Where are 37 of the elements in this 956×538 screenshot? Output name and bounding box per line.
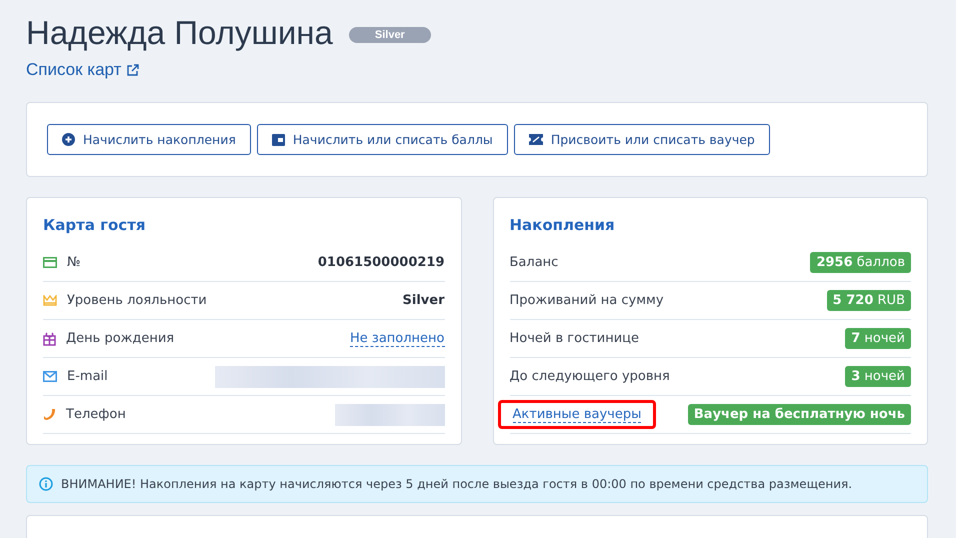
external-link-icon [127, 64, 140, 76]
level-badge: Silver [348, 27, 431, 43]
field-label: Уровень лояльности [67, 293, 207, 308]
panel-title: Карта гостя [43, 216, 147, 234]
value-badge: 2956 баллов [810, 252, 911, 273]
field-label: До следующего уровня [510, 369, 670, 384]
field-value: 01061500000219 [318, 255, 444, 270]
value-badge: Ваучер на бесплатную ночь [688, 404, 911, 425]
notice-text: ВНИМАНИЕ! Накопления на карту начисляются через 5 дней после выезда гостя в 00:00 по времени средства размещения. [61, 477, 852, 491]
info-icon [39, 477, 53, 491]
envelope-icon [43, 371, 57, 382]
card-list-link[interactable]: Список карт [26, 60, 140, 80]
plus-circle-icon [62, 133, 75, 146]
field-label: № [67, 255, 81, 270]
birthday-link[interactable]: Не заполнено [350, 330, 444, 346]
credit-card-icon [43, 257, 57, 268]
field-label: Проживаний на сумму [510, 293, 664, 308]
action-button[interactable]: Начислить накопления [47, 124, 251, 155]
gift-icon [43, 332, 56, 346]
guest-name: Надежда Полушина [26, 14, 333, 52]
panel-title: Накопления [510, 216, 616, 234]
ticket-icon [528, 134, 543, 145]
field-label: Телефон [66, 407, 126, 422]
wallet-icon [272, 134, 285, 146]
field-label: Ночей в гостинице [510, 331, 640, 346]
phone-icon [43, 408, 56, 421]
value-badge: 7 ночей [845, 328, 911, 349]
crown-icon [43, 295, 57, 306]
vouchers-link[interactable]: Активные ваучеры [498, 400, 656, 429]
field-label: E-mail [67, 369, 108, 384]
value-badge: 5 720 RUB [826, 290, 911, 311]
action-button[interactable]: Начислить или списать баллы [256, 124, 508, 155]
field-label: Баланс [510, 255, 558, 270]
field-label: День рождения [66, 331, 174, 346]
action-button[interactable]: Присвоить или списать ваучер [514, 124, 770, 155]
field-value: Silver [402, 293, 444, 308]
value-badge: 3 ночей [845, 366, 911, 387]
